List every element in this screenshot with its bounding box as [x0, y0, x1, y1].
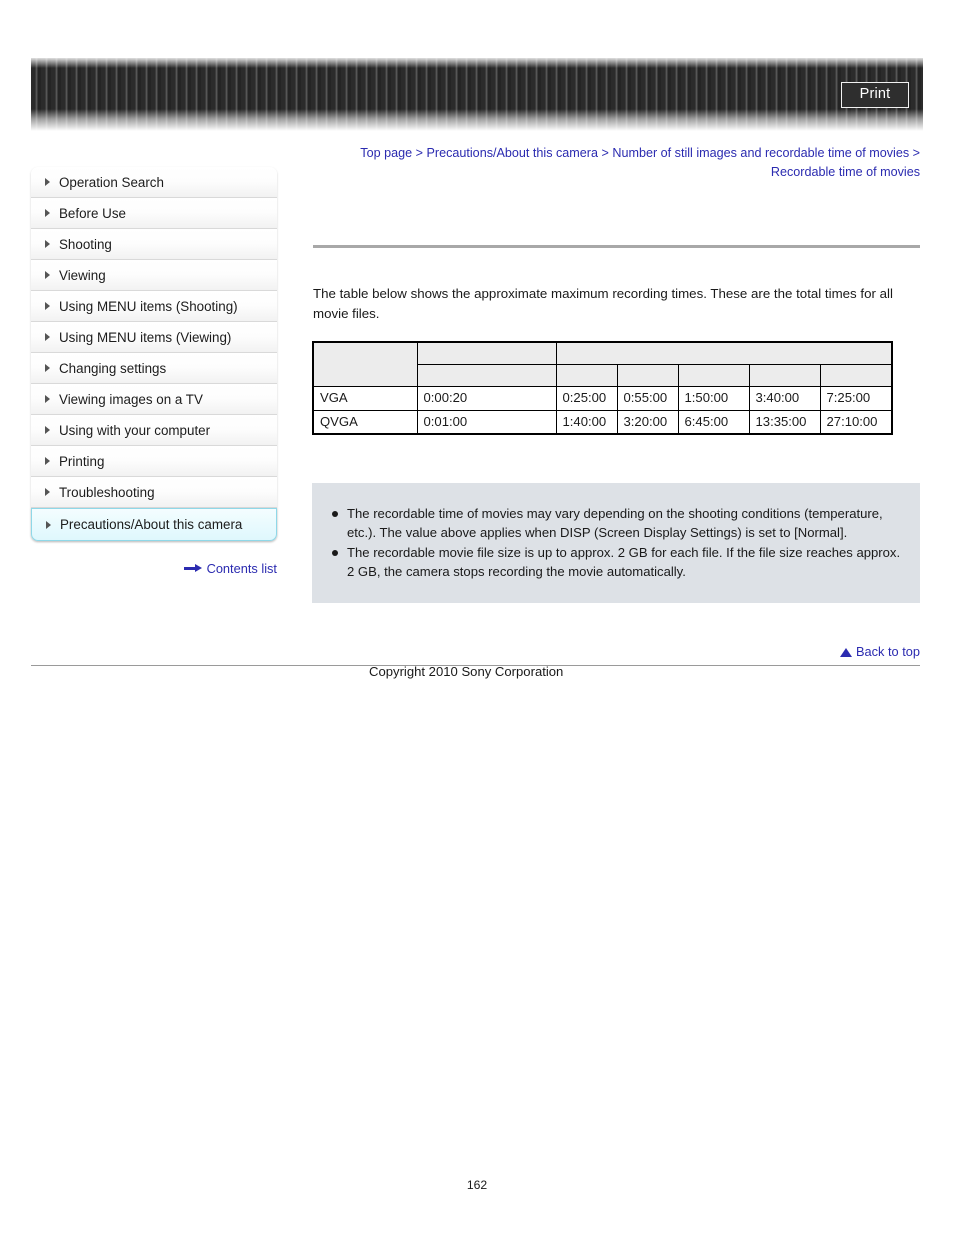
table-header-row-1	[312, 341, 893, 387]
contents-list-label: Contents list	[206, 561, 277, 576]
back-to-top-link[interactable]: Back to top	[313, 644, 920, 659]
breadcrumb-item-precautions[interactable]: Precautions/About this camera	[426, 146, 598, 160]
breadcrumb-item-recordable-time[interactable]: Recordable time of movies	[771, 165, 920, 179]
table-header-cell	[312, 341, 418, 387]
sidebar-item-label: Before Use	[59, 205, 126, 221]
table-cell: 1:40:00	[555, 409, 618, 435]
chevron-right-icon	[45, 333, 50, 341]
page-number: 162	[466, 1178, 488, 1192]
table-header-cell	[416, 341, 557, 365]
chevron-right-icon	[45, 395, 50, 403]
chevron-right-icon	[45, 178, 50, 186]
table-row: QVGA 0:01:00 1:40:00 3:20:00 6:45:00 13:…	[312, 409, 893, 435]
sidebar-item-precautions-about-this-camera[interactable]: Precautions/About this camera	[31, 508, 277, 541]
table-cell: 27:10:00	[819, 409, 893, 435]
sidebar-item-label: Changing settings	[59, 360, 167, 376]
sidebar-item-label: Printing	[59, 453, 105, 469]
table-header-cell	[819, 363, 893, 387]
breadcrumb-separator: >	[909, 146, 920, 160]
breadcrumb-separator: >	[598, 146, 613, 160]
sidebar-item-using-menu-items-viewing[interactable]: Using MENU items (Viewing)	[31, 322, 277, 353]
arrow-right-icon	[183, 564, 202, 573]
triangle-up-icon	[839, 648, 852, 657]
table-head	[312, 341, 893, 387]
sidebar-item-label: Operation Search	[59, 174, 164, 190]
chevron-right-icon	[45, 426, 50, 434]
sidebar-item-before-use[interactable]: Before Use	[31, 198, 277, 229]
table-header-cell	[555, 341, 893, 365]
recordable-time-table: VGA 0:00:20 0:25:00 0:55:00 1:50:00 3:40…	[312, 341, 893, 435]
copyright-text: Copyright 2010 Sony Corporation	[369, 664, 564, 679]
print-button[interactable]: Print	[841, 82, 909, 108]
breadcrumb-item-top-page[interactable]: Top page	[360, 146, 412, 160]
chevron-right-icon	[45, 488, 50, 496]
sidebar-item-label: Shooting	[59, 236, 112, 252]
chevron-right-icon	[46, 520, 51, 529]
chevron-right-icon	[45, 271, 50, 279]
breadcrumb-item-number-of-still-images[interactable]: Number of still images and recordable ti…	[612, 146, 909, 160]
content-divider-top	[313, 245, 920, 248]
notes-list: The recordable time of movies may vary d…	[330, 505, 902, 581]
table-cell-format: QVGA	[312, 409, 418, 435]
table-cell: 3:40:00	[748, 385, 821, 411]
back-to-top-label: Back to top	[855, 644, 920, 659]
chevron-right-icon	[45, 457, 50, 465]
breadcrumb: Top page > Precautions/About this camera…	[312, 144, 920, 182]
table-header-cell	[677, 363, 750, 387]
table-header-cell	[416, 363, 557, 387]
note-item: The recordable time of movies may vary d…	[330, 505, 902, 542]
table-header-cell	[616, 363, 679, 387]
sidebar-item-changing-settings[interactable]: Changing settings	[31, 353, 277, 384]
chevron-right-icon	[45, 209, 50, 217]
table-header-cell	[748, 363, 821, 387]
table-cell: 0:55:00	[616, 385, 679, 411]
sidebar-item-operation-search[interactable]: Operation Search	[31, 167, 277, 198]
sidebar-item-viewing[interactable]: Viewing	[31, 260, 277, 291]
table-body: VGA 0:00:20 0:25:00 0:55:00 1:50:00 3:40…	[312, 385, 893, 435]
chevron-right-icon	[45, 302, 50, 310]
sidebar-item-label: Viewing	[59, 267, 106, 283]
sidebar-item-label: Using MENU items (Shooting)	[59, 298, 238, 314]
sidebar-item-label: Using MENU items (Viewing)	[59, 329, 232, 345]
sidebar-item-using-menu-items-shooting[interactable]: Using MENU items (Shooting)	[31, 291, 277, 322]
table-cell: 0:25:00	[555, 385, 618, 411]
sidebar-item-troubleshooting[interactable]: Troubleshooting	[31, 477, 277, 508]
table-cell: 6:45:00	[677, 409, 750, 435]
banner-top-fade	[31, 58, 923, 68]
sidebar-item-printing[interactable]: Printing	[31, 446, 277, 477]
chevron-right-icon	[45, 240, 50, 248]
banner-bottom-fade	[31, 109, 923, 131]
notes-box: The recordable time of movies may vary d…	[312, 483, 920, 604]
sidebar-item-label: Viewing images on a TV	[59, 391, 203, 407]
chevron-right-icon	[45, 364, 50, 372]
sidebar-item-viewing-images-on-a-tv[interactable]: Viewing images on a TV	[31, 384, 277, 415]
note-item: The recordable movie file size is up to …	[330, 544, 902, 581]
table-row: VGA 0:00:20 0:25:00 0:55:00 1:50:00 3:40…	[312, 385, 893, 411]
header-banner: Print	[31, 58, 923, 131]
sidebar-item-shooting[interactable]: Shooting	[31, 229, 277, 260]
table-cell: 13:35:00	[748, 409, 821, 435]
sidebar-navigation: Operation Search Before Use Shooting Vie…	[31, 167, 277, 541]
sidebar-item-label: Troubleshooting	[59, 484, 155, 500]
sidebar-item-label: Using with your computer	[59, 422, 211, 438]
table-cell: 7:25:00	[819, 385, 893, 411]
table-cell: 1:50:00	[677, 385, 750, 411]
breadcrumb-separator: >	[412, 146, 427, 160]
contents-list-link[interactable]: Contents list	[31, 561, 277, 576]
table-header-cell	[555, 363, 618, 387]
table-cell: 0:00:20	[416, 385, 557, 411]
table-cell: 3:20:00	[616, 409, 679, 435]
intro-paragraph: The table below shows the approximate ma…	[313, 286, 893, 321]
table-cell-format: VGA	[312, 385, 418, 411]
sidebar-item-using-with-your-computer[interactable]: Using with your computer	[31, 415, 277, 446]
sidebar-item-label: Precautions/About this camera	[60, 517, 243, 532]
table-cell: 0:01:00	[416, 409, 557, 435]
